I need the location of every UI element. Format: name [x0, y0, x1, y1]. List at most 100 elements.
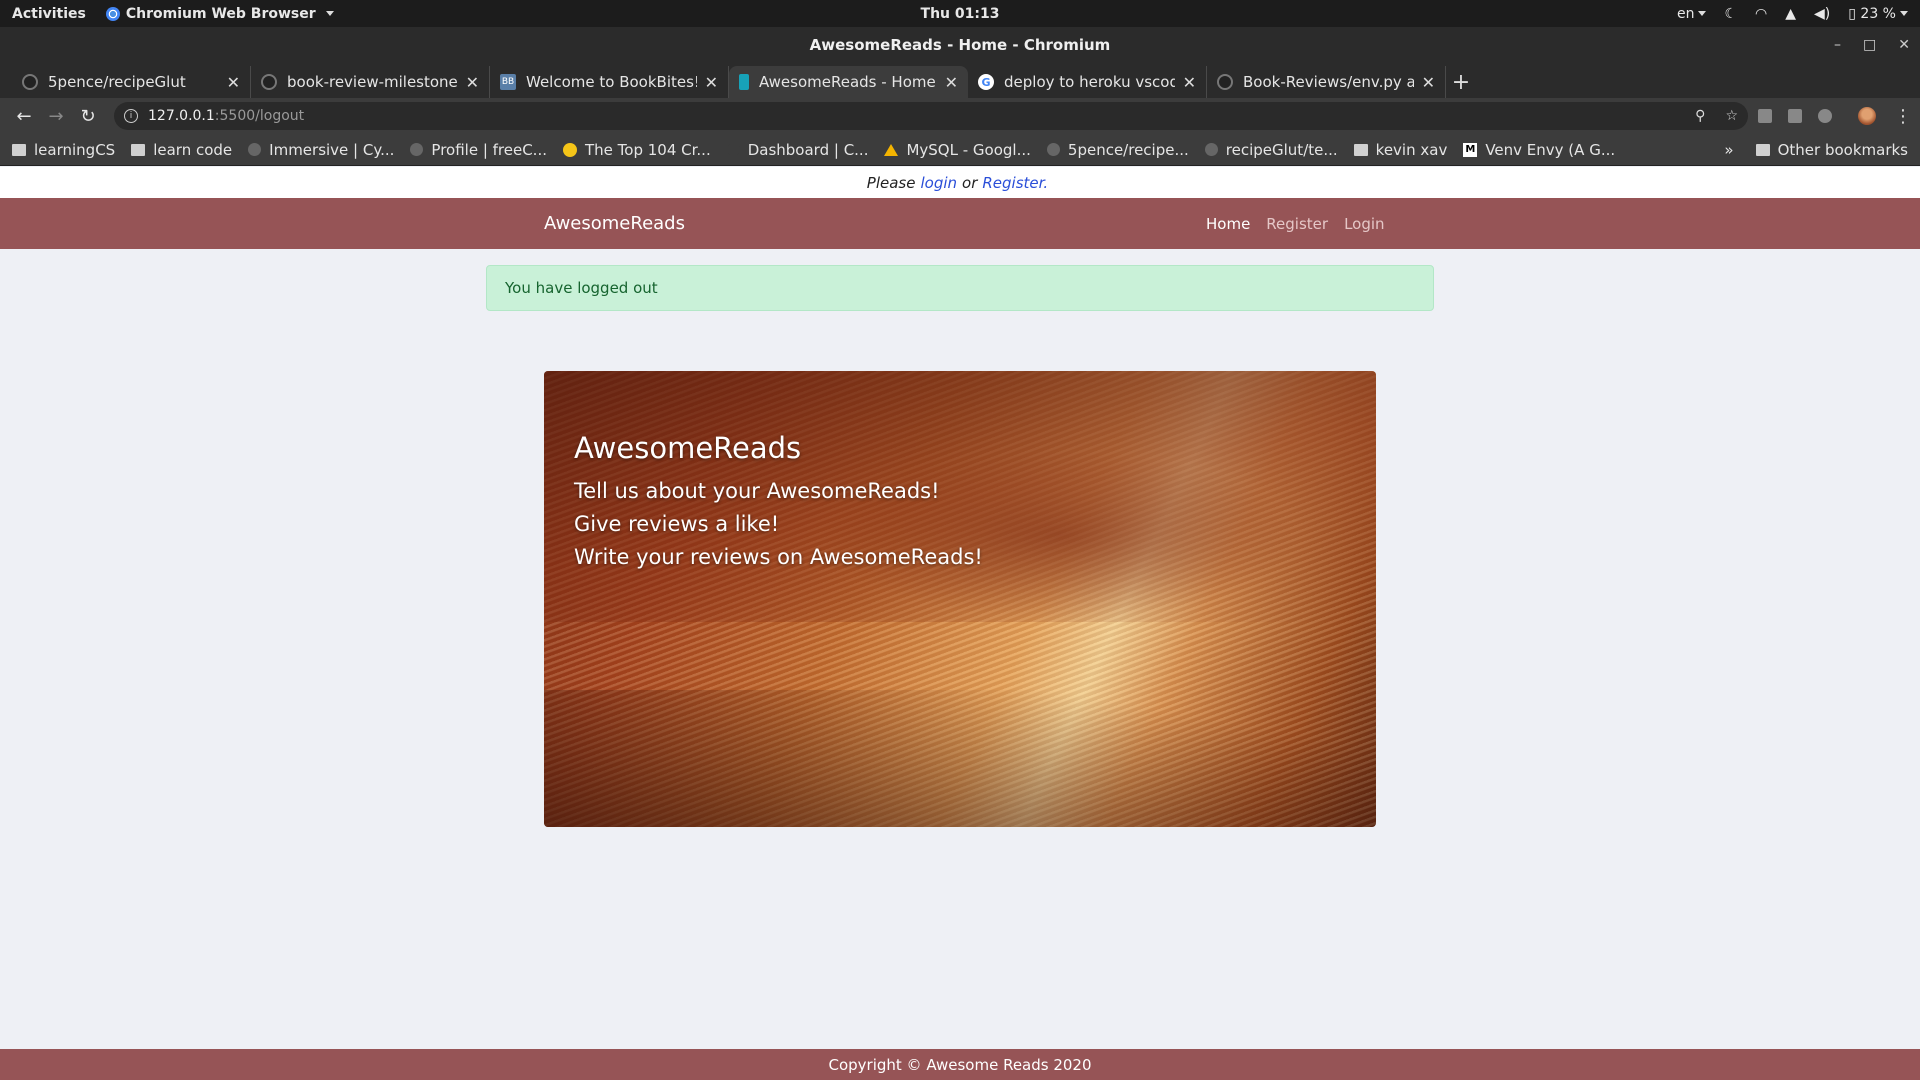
close-tab-icon[interactable]: ✕: [705, 73, 718, 92]
tab-strip: 5pence/recipeGlut ✕ book-review-mileston…: [0, 63, 1920, 98]
browser-menu-icon[interactable]: ⋮: [1894, 106, 1912, 127]
nav-links: Home Register Login: [1206, 198, 1385, 249]
medium-icon: M: [1463, 142, 1478, 157]
keyboard-layout-indicator[interactable]: en: [1677, 6, 1707, 22]
or-text: or: [962, 173, 978, 192]
tab-title: Book-Reviews/env.py at m: [1243, 73, 1414, 91]
close-tab-icon[interactable]: ✕: [1183, 73, 1196, 92]
hero-line-2: Give reviews a like!: [574, 512, 780, 536]
freecodecamp-icon: [410, 143, 424, 156]
bookmark-top-104[interactable]: The Top 104 Cr...: [563, 141, 711, 159]
window-title-bar: AwesomeReads - Home - Chromium – □ ✕: [0, 27, 1920, 63]
github-icon: [1204, 143, 1218, 156]
address-bar[interactable]: i 127.0.0.1:5500/logout ⚲ ☆: [114, 102, 1748, 130]
extension-icon[interactable]: [1758, 109, 1772, 123]
folder-icon: [1755, 143, 1770, 156]
site-navbar: AwesomeReads Home Register Login: [0, 198, 1920, 249]
bookmark-recipeglut-te[interactable]: recipeGlut/te...: [1204, 141, 1338, 159]
forward-button[interactable]: →: [40, 100, 72, 132]
close-icon[interactable]: ✕: [1898, 37, 1910, 53]
tab-bookbites[interactable]: BB Welcome to BookBites! ✕: [490, 66, 729, 98]
hero-line-3: Write your reviews on AwesomeReads!: [574, 545, 983, 569]
new-tab-button[interactable]: +: [1446, 66, 1476, 98]
url-path: :5500/logout: [214, 108, 305, 124]
other-bookmarks[interactable]: Other bookmarks: [1755, 141, 1908, 159]
bookmark-mysql[interactable]: MySQL - Googl...: [884, 141, 1031, 159]
battery-icon: ▯: [1848, 5, 1861, 22]
register-link[interactable]: Register.: [982, 174, 1048, 192]
github-icon: [1046, 143, 1060, 156]
github-icon: [1217, 74, 1233, 90]
chevron-down-icon: [1698, 11, 1707, 16]
bookmark-immersive[interactable]: Immersive | Cy...: [248, 141, 394, 159]
site-brand[interactable]: AwesomeReads: [544, 213, 685, 234]
app-menu-label: Chromium Web Browser: [125, 5, 316, 22]
bookmark-star-icon[interactable]: ☆: [1725, 108, 1738, 124]
extension-icon[interactable]: [1788, 109, 1802, 123]
flash-message: You have logged out: [486, 265, 1434, 311]
extension-icon[interactable]: [1818, 109, 1832, 123]
bookmark-kevin-xav[interactable]: kevin xav: [1353, 141, 1447, 159]
tab-title: deploy to heroku vscode -: [1004, 73, 1175, 91]
hero-text: AwesomeReads Tell us about your AwesomeR…: [574, 431, 983, 574]
emoji-icon: [563, 142, 577, 157]
bookbites-icon: BB: [500, 74, 516, 90]
tab-title: AwesomeReads - Home: [759, 73, 936, 91]
chevron-down-icon: [325, 11, 334, 16]
app-menu[interactable]: Chromium Web Browser: [98, 6, 334, 22]
zoom-icon[interactable]: ⚲: [1695, 108, 1705, 124]
google-drive-icon: [884, 143, 899, 156]
back-button[interactable]: ←: [8, 100, 40, 132]
bookmark-dashboard[interactable]: Dashboard | C...: [726, 141, 868, 159]
tab-deploy-heroku[interactable]: G deploy to heroku vscode - ✕: [968, 66, 1207, 98]
close-tab-icon[interactable]: ✕: [466, 73, 479, 92]
tab-awesomereads-home[interactable]: AwesomeReads - Home ✕: [729, 66, 968, 98]
chromium-icon: [105, 6, 120, 21]
bookmark-5pence-recipe[interactable]: 5pence/recipe...: [1046, 141, 1189, 159]
site-footer: Copyright © Awesome Reads 2020: [0, 1049, 1920, 1080]
bookmarks-overflow-button[interactable]: »: [1724, 141, 1733, 159]
minimize-icon[interactable]: –: [1834, 37, 1841, 53]
bookmark-learningcs[interactable]: learningCS: [12, 141, 115, 159]
nav-register[interactable]: Register: [1266, 215, 1328, 233]
please-text: Please: [866, 173, 916, 192]
reload-button[interactable]: ↻: [72, 100, 104, 132]
browser-toolbar: ← → ↻ i 127.0.0.1:5500/logout ⚲ ☆ ⋮: [0, 98, 1920, 134]
battery-indicator[interactable]: ▯ 23 %: [1848, 6, 1908, 22]
nav-home[interactable]: Home: [1206, 215, 1250, 233]
tab-book-reviews-env[interactable]: Book-Reviews/env.py at m ✕: [1207, 66, 1446, 98]
awesomereads-icon: [739, 74, 749, 90]
activities-button[interactable]: Activities: [0, 6, 98, 22]
hero-title: AwesomeReads: [574, 431, 802, 465]
close-tab-icon[interactable]: ✕: [227, 73, 240, 92]
folder-icon: [12, 143, 26, 156]
system-top-bar: Activities Chromium Web Browser Thu 01:1…: [0, 0, 1920, 27]
url-host: 127.0.0.1: [148, 108, 215, 124]
hero-banner: AwesomeReads Tell us about your AwesomeR…: [544, 371, 1376, 827]
maximize-icon[interactable]: □: [1863, 37, 1876, 53]
bookmark-learn-code[interactable]: learn code: [131, 141, 232, 159]
dashboard-icon: [726, 143, 740, 156]
close-tab-icon[interactable]: ✕: [1422, 73, 1435, 92]
github-icon: [22, 74, 38, 90]
hero-line-1: Tell us about your AwesomeReads!: [574, 479, 940, 503]
tab-recipeglut[interactable]: 5pence/recipeGlut ✕: [12, 66, 251, 98]
login-link[interactable]: login: [920, 174, 957, 192]
nav-login[interactable]: Login: [1344, 215, 1384, 233]
site-info-icon[interactable]: i: [124, 109, 138, 123]
tab-book-review-milestone[interactable]: book-review-milestone-pr ✕: [251, 66, 490, 98]
bookmark-freecodecamp[interactable]: Profile | freeC...: [410, 141, 547, 159]
profile-avatar-icon[interactable]: [1858, 107, 1876, 125]
tab-title: Welcome to BookBites!: [526, 73, 697, 91]
tab-title: 5pence/recipeGlut: [48, 73, 186, 91]
folder-icon: [1353, 143, 1368, 156]
github-icon: [261, 74, 277, 90]
bookmarks-bar: learningCS learn code Immersive | Cy... …: [0, 134, 1920, 166]
system-tray[interactable]: en ☾ ◠ ▲ ◀) ▯ 23 %: [1677, 0, 1908, 27]
volume-icon: ◀): [1814, 5, 1831, 22]
tab-title: book-review-milestone-pr: [287, 73, 458, 91]
wifi-icon: ◠: [1755, 5, 1768, 22]
close-tab-icon[interactable]: ✕: [945, 73, 958, 92]
night-light-icon: ☾: [1724, 5, 1738, 22]
bookmark-venv-envy[interactable]: M Venv Envy (A G...: [1463, 141, 1615, 159]
